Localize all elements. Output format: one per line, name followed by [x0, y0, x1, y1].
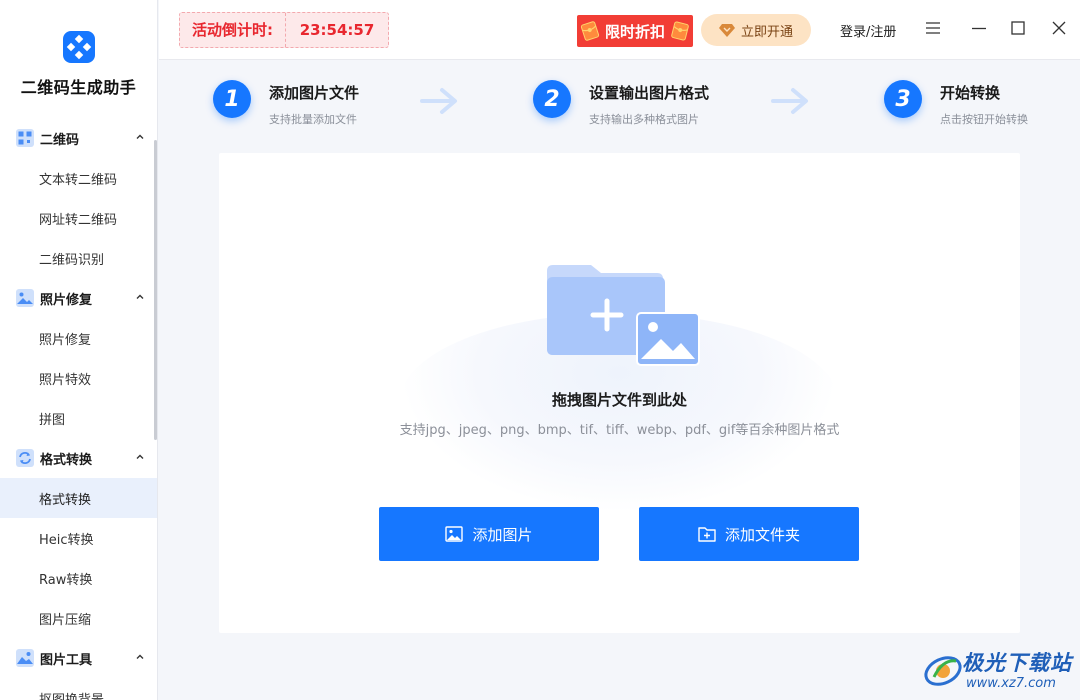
- sidebar-group-label: 二维码: [40, 132, 80, 148]
- countdown-banner: 活动倒计时: 23:54:57: [179, 12, 389, 48]
- step-title: 设置输出图片格式: [589, 84, 710, 102]
- step-3: 3 开始转换 点击按钮开始转换: [884, 80, 1028, 127]
- red-envelope-icon: [671, 21, 689, 41]
- sidebar: 二维码生成助手 二维码 文本转二维码 网址转二维码 二维码识别 照片修复 照片修…: [0, 0, 158, 700]
- site-watermark: 极光下载站 www.xz7.com: [922, 645, 1074, 695]
- image-icon: [445, 526, 464, 542]
- step-number: 1: [213, 80, 251, 118]
- step-title: 开始转换: [940, 84, 1001, 102]
- add-folder-button[interactable]: 添加文件夹: [639, 507, 859, 561]
- sidebar-item-raw-convert[interactable]: Raw转换: [0, 558, 157, 598]
- step-1: 1 添加图片文件 支持批量添加文件: [213, 80, 359, 127]
- sidebar-item-photo-effects[interactable]: 照片特效: [0, 358, 157, 398]
- step-number: 3: [884, 80, 922, 118]
- drop-zone-subtitle: 支持jpg、jpeg、png、bmp、tif、tiff、webp、pdf、gif…: [399, 423, 840, 438]
- promo-label: 限时折扣: [604, 22, 665, 41]
- photo-icon: [16, 289, 34, 307]
- sidebar-scrollbar[interactable]: [154, 140, 157, 440]
- sidebar-item-photo-repair[interactable]: 照片修复: [0, 318, 157, 358]
- red-envelope-icon: [580, 21, 600, 41]
- watermark-text: 极光下载站: [962, 651, 1072, 675]
- qrcode-icon: [16, 129, 34, 147]
- countdown-label: 活动倒计时:: [180, 13, 286, 47]
- step-subtitle: 点击按钮开始转换: [940, 113, 1028, 126]
- sidebar-item-image-compress[interactable]: 图片压缩: [0, 598, 157, 638]
- vip-activate-button[interactable]: 立即开通: [701, 14, 811, 46]
- sidebar-group-format-convert[interactable]: 格式转换: [0, 438, 157, 478]
- convert-icon: [16, 449, 34, 467]
- sidebar-item-format-convert[interactable]: 格式转换: [0, 478, 157, 518]
- sidebar-item-qrcode-recognize[interactable]: 二维码识别: [0, 238, 157, 278]
- add-image-button[interactable]: 添加图片: [379, 507, 599, 561]
- step-subtitle: 支持批量添加文件: [269, 113, 357, 126]
- step-number: 2: [533, 80, 571, 118]
- app-name: 二维码生成助手: [20, 78, 137, 97]
- sidebar-item-cutout-background[interactable]: 抠图换背景: [0, 678, 157, 700]
- sidebar-group-label: 格式转换: [40, 452, 93, 468]
- sidebar-group-qrcode[interactable]: 二维码: [0, 118, 157, 158]
- sidebar-item-text-to-qrcode[interactable]: 文本转二维码: [0, 158, 157, 198]
- sidebar-item-heic-convert[interactable]: Heic转换: [0, 518, 157, 558]
- minimize-icon[interactable]: [971, 20, 987, 36]
- sidebar-item-url-to-qrcode[interactable]: 网址转二维码: [0, 198, 157, 238]
- image-tools-icon: [16, 649, 34, 667]
- step-subtitle: 支持输出多种格式图片: [589, 113, 699, 126]
- chevron-up-icon: [136, 134, 144, 139]
- login-register-link[interactable]: 登录/注册: [840, 21, 896, 40]
- countdown-time: 23:54:57: [299, 21, 375, 39]
- chevron-up-icon: [136, 454, 144, 459]
- vip-label: 立即开通: [740, 24, 793, 40]
- menu-icon[interactable]: [925, 20, 941, 36]
- watermark-url: www.xz7.com: [966, 676, 1056, 691]
- sidebar-group-label: 图片工具: [40, 652, 93, 668]
- maximize-icon[interactable]: [1010, 20, 1026, 36]
- watermark-logo-icon: [924, 656, 962, 686]
- step-2: 2 设置输出图片格式 支持输出多种格式图片: [533, 80, 709, 127]
- chevron-up-icon: [136, 294, 144, 299]
- close-icon[interactable]: [1051, 20, 1067, 36]
- top-bar: 活动倒计时: 23:54:57 限时折扣 立即开通 登录/注册: [159, 0, 1080, 60]
- chevron-up-icon: [136, 654, 144, 659]
- add-image-label: 添加图片: [472, 525, 533, 544]
- folder-add-image-icon: [547, 265, 700, 366]
- diamond-icon: [718, 24, 735, 37]
- discount-promo-button[interactable]: 限时折扣: [577, 15, 693, 47]
- sidebar-item-collage[interactable]: 拼图: [0, 398, 157, 438]
- app-logo-icon: [62, 31, 95, 63]
- drop-zone-title: 拖拽图片文件到此处: [551, 391, 687, 409]
- arrow-right-icon: [420, 88, 457, 114]
- app-logo-area: 二维码生成助手: [0, 0, 157, 118]
- step-title: 添加图片文件: [269, 84, 360, 102]
- arrow-right-icon: [771, 88, 808, 114]
- sidebar-group-image-tools[interactable]: 图片工具: [0, 638, 157, 678]
- sidebar-group-label: 照片修复: [40, 292, 93, 308]
- folder-plus-icon: [698, 527, 716, 542]
- file-drop-zone[interactable]: 拖拽图片文件到此处 支持jpg、jpeg、png、bmp、tif、tiff、we…: [219, 153, 1020, 633]
- add-folder-label: 添加文件夹: [724, 525, 800, 544]
- sidebar-group-photo-repair[interactable]: 照片修复: [0, 278, 157, 318]
